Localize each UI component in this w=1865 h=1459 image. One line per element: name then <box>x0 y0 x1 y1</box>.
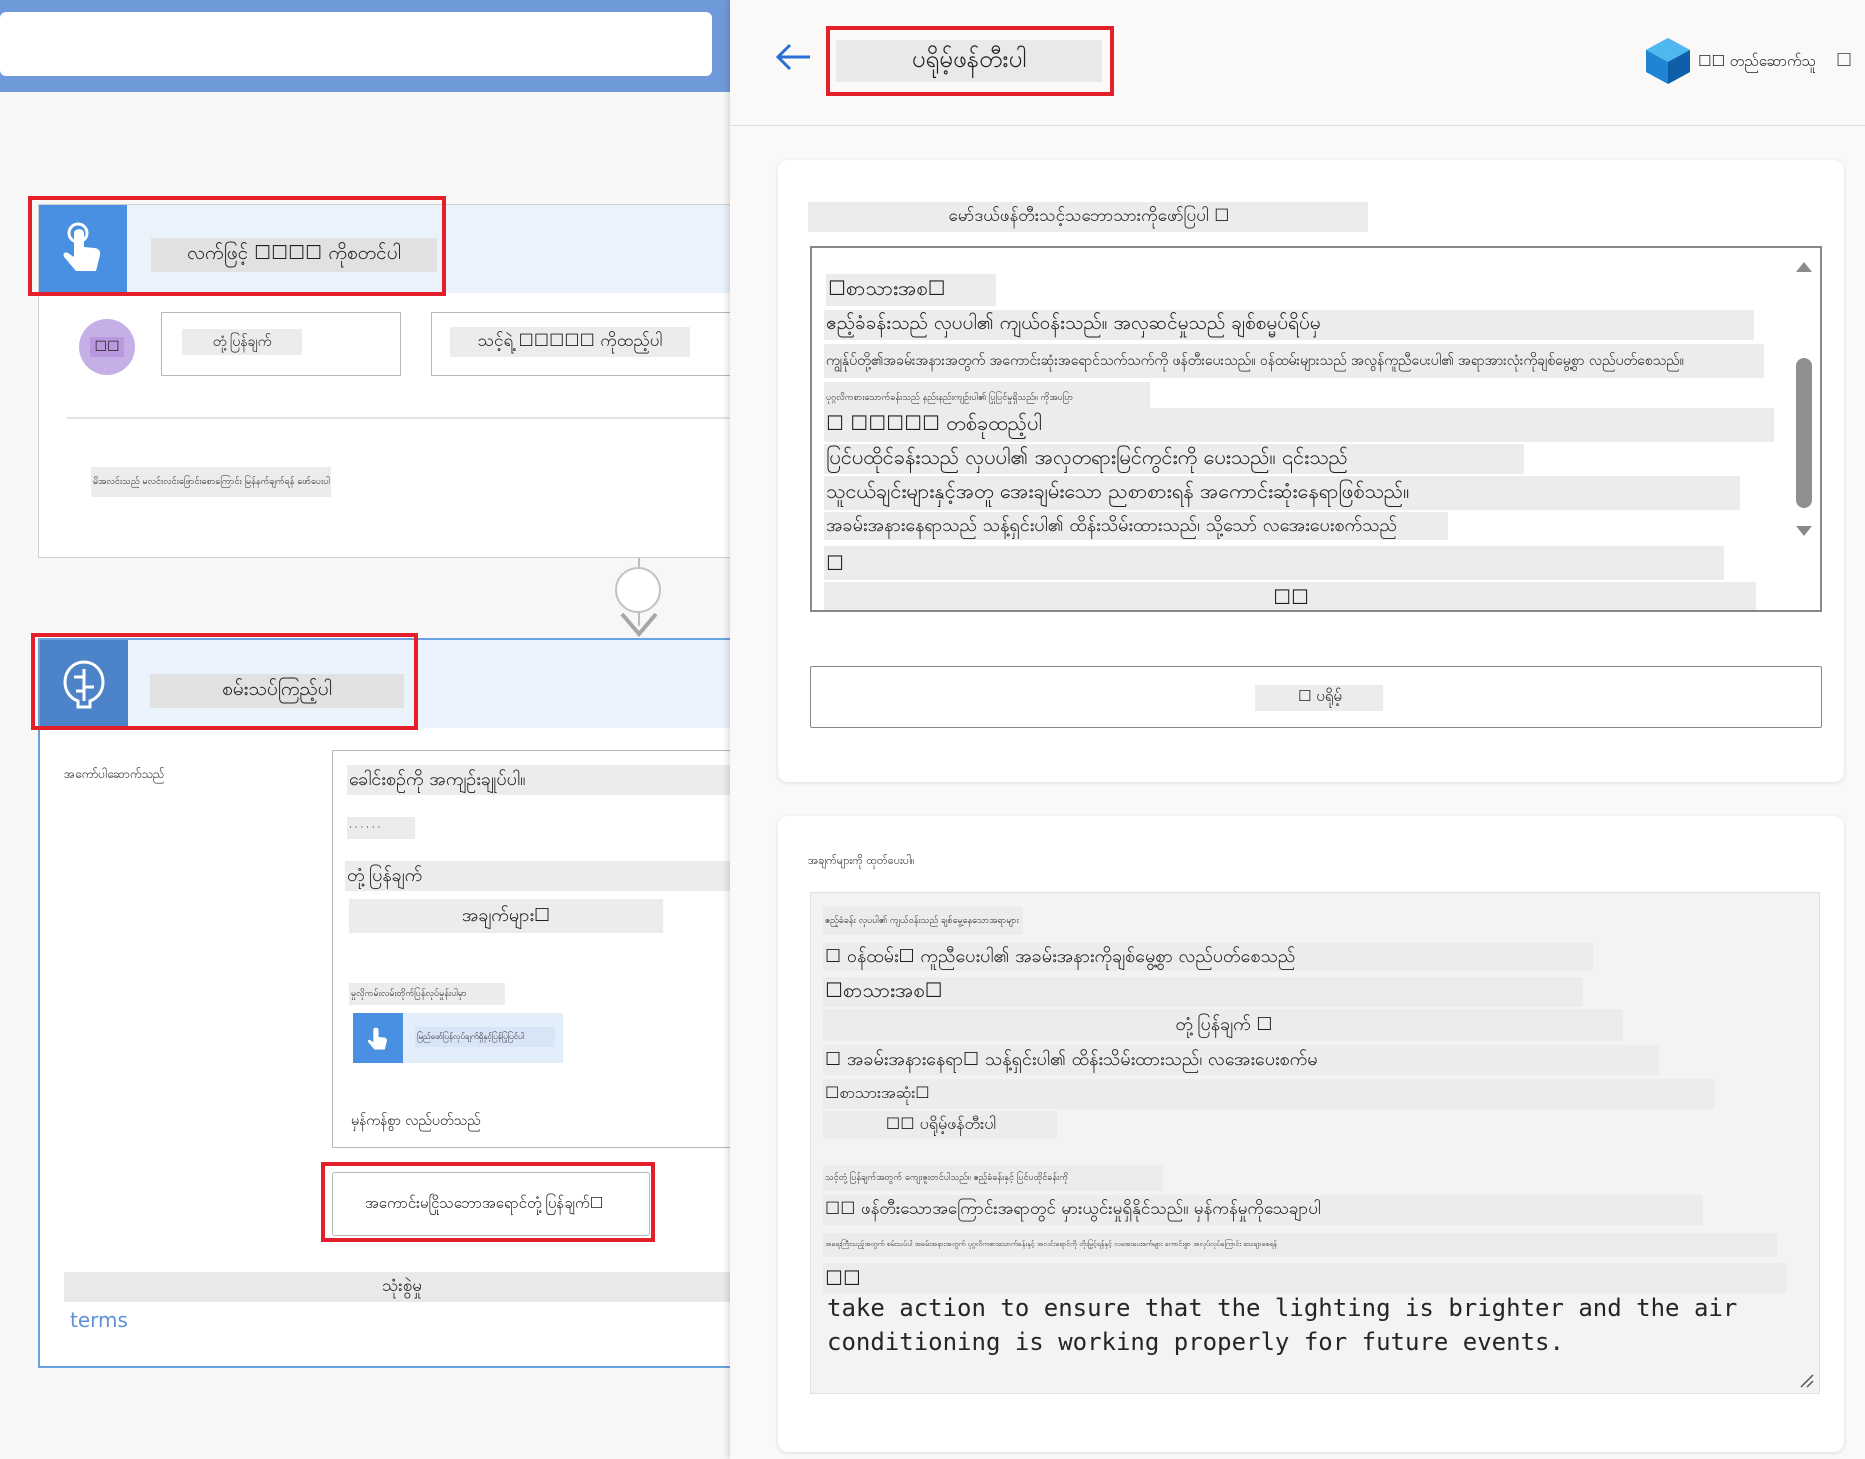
ai-feedback-label: တုံ့ပြန်ချက် <box>345 861 730 891</box>
trigger-helper-text: မိအလင်းသည် မလင်းလင်းဖြောင်းစောကြောင်း မြ… <box>91 467 331 497</box>
prompt-line-1: ☐စာသားအစ☐ <box>826 274 996 306</box>
chip-text: မြည်ဖော်ပြန်လုပ်ချက်ရှိနှင့်ပြန်ပြုပြင်ပ… <box>415 1027 555 1047</box>
card-divider <box>67 417 730 419</box>
prompt-line-10: ☐☐ <box>824 582 1756 610</box>
avatar-initials: ☐☐ <box>90 337 124 357</box>
prompt-line-6: ပြင်ပထိုင်ခန်းသည် လှပပါ၏ အလှတရားမြင်ကွင်… <box>824 444 1524 474</box>
scroll-thumb[interactable] <box>1796 358 1812 508</box>
trigger-input-label: တုံ့ပြန်ချက် <box>182 329 302 355</box>
more-menu-icon[interactable]: ☐ <box>1836 50 1852 71</box>
chip-hand-icon <box>353 1013 403 1063</box>
terms-link[interactable]: terms <box>70 1308 128 1332</box>
create-prompt-pane: ပရိုမ့်ဖန်တီးပါ ☐☐ တည်ဆောက်သူ ☐ မော်ဒယ်ဖ… <box>730 0 1865 1459</box>
prompt-scrollbar[interactable] <box>1792 258 1816 538</box>
trigger-input-field[interactable]: တုံ့ပြန်ချက် <box>161 312 401 376</box>
output-line-6: ☐စာသားအဆုံး☐ <box>823 1079 1715 1109</box>
output-panel: အချက်များကို ထုတ်ပေးပါ။ ဧည့်ခံခန်း လှပပါ… <box>778 816 1844 1452</box>
pane-header: ပရိုမ့်ဖန်တီးပါ ☐☐ တည်ဆောက်သူ ☐ <box>730 0 1865 126</box>
output-line-11: ☐☐ <box>823 1263 1787 1293</box>
output-line-10: အရေးကြီးသည့်အတွက် စမ်းသပ်ပါ အခမ်းအနားအတွ… <box>823 1233 1777 1257</box>
trigger-prompt-field[interactable]: သင့်ရဲ့ ☐☐☐☐☐ ကိုထည့်ပါ <box>431 312 730 376</box>
pane-title-highlight <box>826 26 1114 96</box>
add-step-button[interactable] <box>615 567 661 613</box>
prompt-textarea[interactable]: ☐စာသားအစ☐ ဧည့်ခံခန်းသည် လှပပါ၏ ကျယ်ဝန်းသ… <box>810 246 1822 612</box>
prompt-line-8: အခမ်းအနားနေရာသည် သန့်ရှင်းပါ၏ ထိန်းသိမ်း… <box>824 512 1448 540</box>
resize-handle-icon[interactable] <box>1799 1373 1815 1393</box>
prompt-line-9: ☐ <box>824 546 1724 580</box>
ai-step-footer: မှန်ကန်စွာ လည်ပတ်သည် <box>351 1112 481 1129</box>
output-line-1: ဧည့်ခံခန်း လှပပါ၏ ကျယ်ဝန်းသည် ချစ်မွေ့နေ… <box>823 907 1023 935</box>
flow-designer: လက်ဖြင့် ☐☐☐☐ ကိုစတင်ပါ ☐☐ တုံ့ပြန်ချက် … <box>0 0 730 1459</box>
ai-details-label: အချက်များ☐ <box>349 899 663 933</box>
ai-prompt-box[interactable]: ခေါင်းစဉ်ကို အကျဉ်းချုပ်ပါ။ · · · · · · … <box>332 750 730 1148</box>
output-line-9: ☐☐ ဖန်တီးသောအကြောင်းအရာတွင် မှားယွင်းမှု… <box>823 1195 1703 1225</box>
output-textarea[interactable]: ဧည့်ခံခန်း လှပပါ၏ ကျယ်ဝန်းသည် ချစ်မွေ့နေ… <box>810 892 1820 1394</box>
output-button-highlight <box>321 1162 655 1242</box>
prompt-panel: မော်ဒယ်ဖန်တီးသင့်သဘောသားကိုဖော်ပြပါ ☐ ☐စ… <box>778 160 1844 782</box>
prompt-line-2: ဧည့်ခံခန်းသည် လှပပါ၏ ကျယ်ဝန်းသည်။ အလှဆင်… <box>824 310 1754 340</box>
ai-prompt-subtext: · · · · · · <box>347 817 415 839</box>
ai-step-card[interactable]: စမ်းသပ်ကြည့်ပါ အကော်ပါဆောက်သည် ခေါင်းစဉ်… <box>38 638 730 1368</box>
output-panel-title: အချက်များကို ထုတ်ပေးပါ။ <box>808 854 915 867</box>
ai-chip-caption: မှုလိုကမ်းလမ်းတိုက်ပြန်လုပ်မှုန်းပါမှာ <box>349 983 505 1005</box>
environment-icon <box>1642 36 1694 90</box>
scroll-down-icon[interactable] <box>1796 526 1812 536</box>
prompt-instruction-label: မော်ဒယ်ဖန်တီးသင့်သဘောသားကိုဖော်ပြပါ ☐ <box>808 202 1368 232</box>
scroll-up-icon[interactable] <box>1796 262 1812 272</box>
designer-search-box[interactable] <box>0 12 712 76</box>
prompt-line-7: သူငယ်ချင်းများနှင့်အတူ အေးချမ်းသော ညစာစာ… <box>824 476 1740 510</box>
output-line-2: ☐ ဝန်ထမ်း☐ ကူညီပေးပါ၏ အခမ်းအနားကိုချစ်မွ… <box>823 943 1593 971</box>
dynamic-content-chip[interactable]: မြည်ဖော်ပြန်လုပ်ချက်ရှိနှင့်ပြန်ပြုပြင်ပ… <box>353 1013 563 1063</box>
output-line-7: ☐☐ ပရိုမ့်ဖန်တီးပါ <box>823 1111 1057 1139</box>
ai-step-label: အကော်ပါဆောက်သည် <box>64 767 165 781</box>
prompt-line-3: ကျွန်ုပ်တို့၏အခမ်းအနားအတွက် အကောင်းဆုံးအ… <box>824 344 1764 378</box>
environment-label[interactable]: ☐☐ တည်ဆောက်သူ <box>1698 52 1816 74</box>
designer-top-bar <box>0 0 730 92</box>
prompt-line-5: ☐ ☐☐☐☐☐ တစ်ခုထည့်ပါ <box>824 408 1774 442</box>
test-prompt-label: ☐ ပရိုမ့် <box>1255 685 1383 711</box>
trigger-highlight <box>28 196 446 296</box>
output-line-4: တုံ့ပြန်ချက် ☐ <box>823 1009 1623 1041</box>
usage-label: သုံးစွဲမှု <box>64 1272 730 1302</box>
output-line-3: ☐စာသားအစ☐ <box>823 977 1583 1007</box>
avatar: ☐☐ <box>79 319 135 375</box>
output-line-5: ☐ အခမ်းအနားနေရာ☐ သန့်ရှင်းပါ၏ ထိန်းသိမ်း… <box>823 1045 1659 1075</box>
output-line-8: သင့်တုံ့ပြန်ချက်အတွက် ကျေးဇူးတင်ပါသည်။ ဧ… <box>823 1165 1163 1191</box>
output-tail-text: take action to ensure that the lighting … <box>827 1294 1738 1356</box>
ai-prompt-title: ခေါင်းစဉ်ကို အကျဉ်းချုပ်ပါ။ <box>347 765 730 795</box>
back-arrow-icon[interactable] <box>774 42 812 76</box>
trigger-prompt-label: သင့်ရဲ့ ☐☐☐☐☐ ကိုထည့်ပါ <box>450 327 690 357</box>
ai-step-highlight <box>31 633 418 730</box>
test-prompt-button[interactable]: ☐ ပရိုမ့် <box>810 666 1822 728</box>
